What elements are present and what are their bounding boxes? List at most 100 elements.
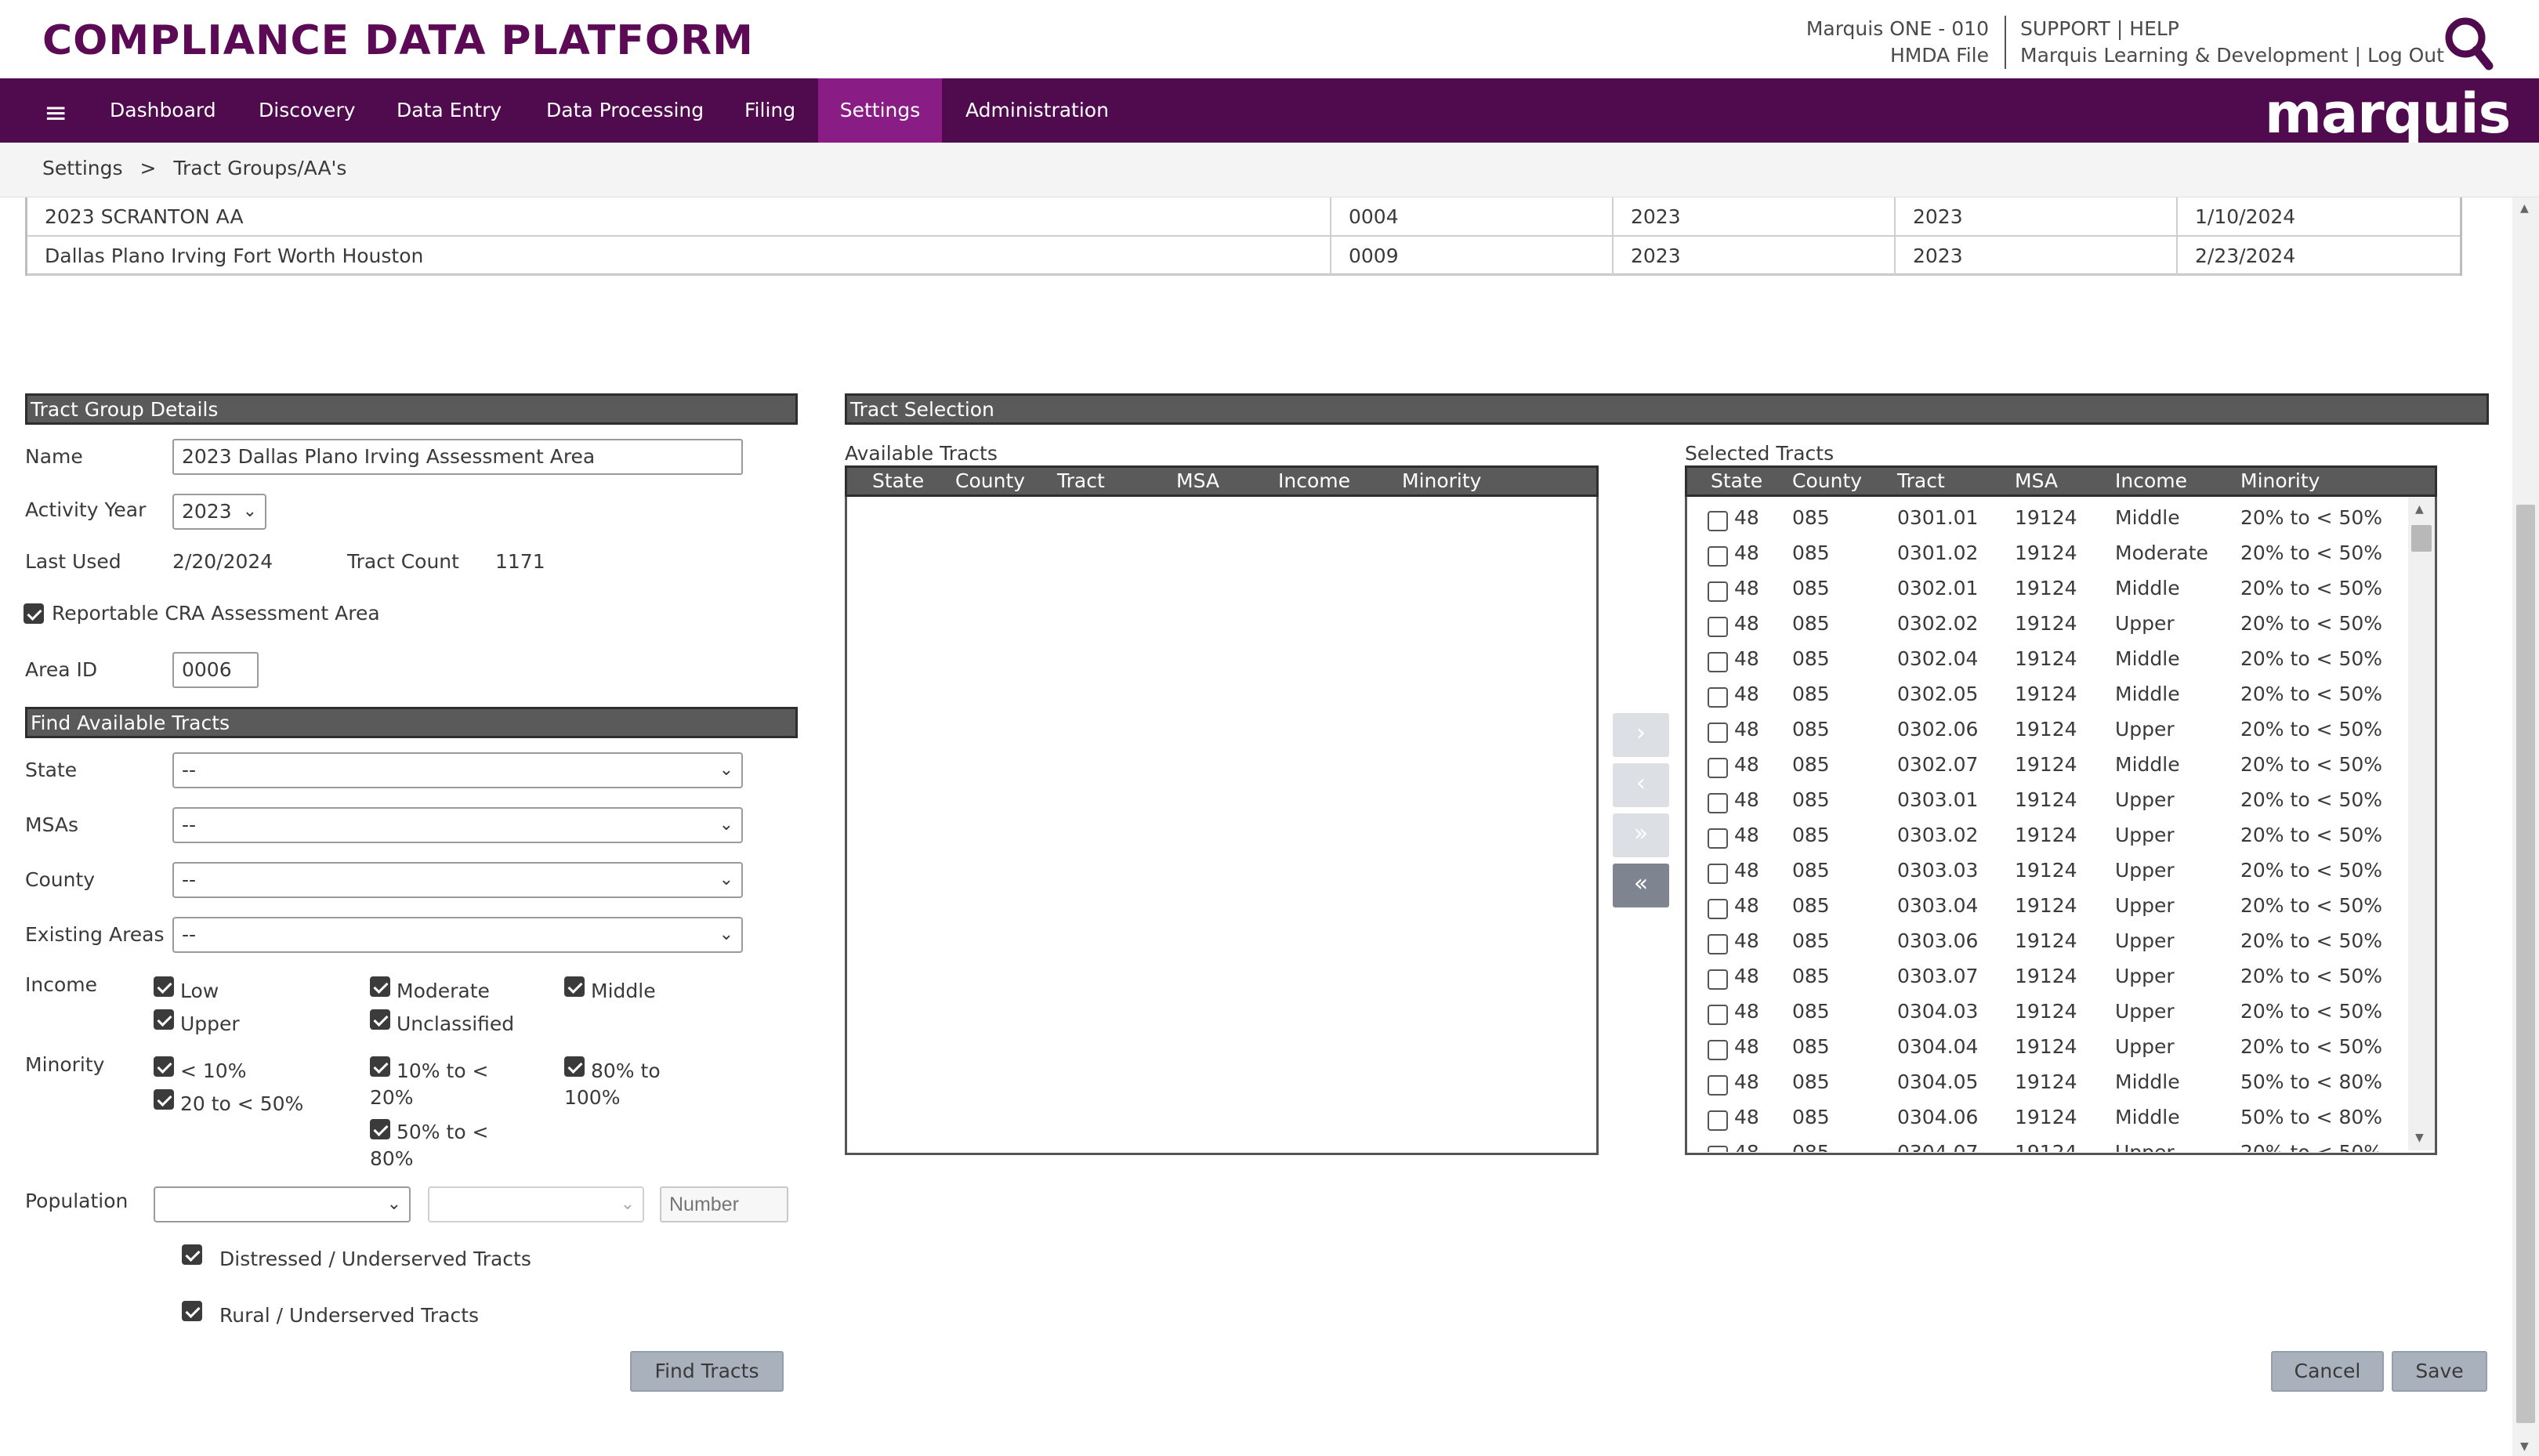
table-row[interactable]: 48 085 0304.06 19124 Middle 50% to < 80% bbox=[1687, 1101, 2408, 1136]
minority-50-80-checkbox[interactable] bbox=[370, 1119, 390, 1139]
save-button[interactable]: Save bbox=[2392, 1351, 2487, 1392]
page-scrollbar[interactable]: ▲ ▼ bbox=[2512, 197, 2539, 1456]
msas-select[interactable]: -- ⌄ bbox=[172, 807, 743, 843]
col-county: County bbox=[955, 469, 1026, 492]
minority-10-20-checkbox[interactable] bbox=[370, 1056, 390, 1077]
row-select-checkbox[interactable] bbox=[1708, 899, 1728, 919]
population-number-input[interactable] bbox=[660, 1186, 788, 1222]
distressed-checkbox[interactable] bbox=[182, 1244, 202, 1265]
move-all-left-button[interactable]: « bbox=[1613, 864, 1669, 907]
page-scroll-up-icon[interactable]: ▲ bbox=[2520, 202, 2529, 215]
move-all-right-button[interactable]: » bbox=[1613, 813, 1669, 857]
table-row[interactable]: 48 085 0302.02 19124 Upper 20% to < 50% bbox=[1687, 607, 2408, 643]
table-row[interactable]: 2023 SCRANTON AA 0004 2023 2023 1/10/202… bbox=[27, 197, 2460, 237]
row-select-checkbox[interactable] bbox=[1708, 723, 1728, 743]
nav-data-entry[interactable]: Data Entry bbox=[375, 78, 523, 143]
table-row[interactable]: 48 085 0303.01 19124 Upper 20% to < 50% bbox=[1687, 784, 2408, 819]
table-row[interactable]: 48 085 0303.03 19124 Upper 20% to < 50% bbox=[1687, 854, 2408, 889]
area-id-input[interactable]: 0006 bbox=[172, 652, 259, 688]
nav-data-processing[interactable]: Data Processing bbox=[524, 78, 726, 143]
table-row[interactable]: 48 085 0302.07 19124 Middle 20% to < 50% bbox=[1687, 748, 2408, 784]
income-moderate-checkbox[interactable] bbox=[370, 976, 390, 997]
search-icon[interactable] bbox=[2443, 16, 2494, 71]
table-row[interactable]: 48 085 0301.01 19124 Middle 20% to < 50% bbox=[1687, 502, 2408, 537]
nav-settings[interactable]: Settings bbox=[818, 78, 942, 143]
row-select-checkbox[interactable] bbox=[1708, 1040, 1728, 1060]
table-row[interactable]: 48 085 0304.05 19124 Middle 50% to < 80% bbox=[1687, 1066, 2408, 1101]
table-row[interactable]: 48 085 0303.02 19124 Upper 20% to < 50% bbox=[1687, 819, 2408, 854]
row-select-checkbox[interactable] bbox=[1708, 511, 1728, 531]
row-select-checkbox[interactable] bbox=[1708, 617, 1728, 637]
move-left-button[interactable]: ‹ bbox=[1613, 763, 1669, 807]
table-row[interactable]: 48 085 0304.07 19124 Upper 20% to < 50% bbox=[1687, 1136, 2408, 1152]
population-type-select[interactable]: ⌄ bbox=[428, 1186, 644, 1222]
scrollbar-thumb[interactable] bbox=[2411, 525, 2432, 552]
find-tracts-button[interactable]: Find Tracts bbox=[630, 1351, 784, 1392]
table-cell: 19124 bbox=[2015, 824, 2077, 846]
page-scroll-down-icon[interactable]: ▼ bbox=[2520, 1440, 2529, 1453]
state-select[interactable]: -- ⌄ bbox=[172, 752, 743, 788]
hamburger-menu-icon[interactable]: ≡ bbox=[44, 97, 67, 129]
table-cell: 20% to < 50% bbox=[2240, 894, 2383, 917]
table-row[interactable]: 48 085 0304.03 19124 Upper 20% to < 50% bbox=[1687, 995, 2408, 1030]
row-select-checkbox[interactable] bbox=[1708, 546, 1728, 567]
logout-link[interactable]: Log Out bbox=[2367, 44, 2444, 67]
help-link[interactable]: HELP bbox=[2129, 17, 2179, 40]
nav-dashboard[interactable]: Dashboard bbox=[88, 78, 238, 143]
table-row[interactable]: 48 085 0302.01 19124 Middle 20% to < 50% bbox=[1687, 572, 2408, 607]
row-select-checkbox[interactable] bbox=[1708, 828, 1728, 849]
scroll-down-icon[interactable]: ▼ bbox=[2415, 1132, 2424, 1144]
table-row[interactable]: 48 085 0303.04 19124 Upper 20% to < 50% bbox=[1687, 889, 2408, 925]
move-right-button[interactable]: › bbox=[1613, 713, 1669, 757]
nav-administration[interactable]: Administration bbox=[944, 78, 1131, 143]
scroll-up-icon[interactable]: ▲ bbox=[2415, 503, 2424, 516]
table-row[interactable]: 48 085 0303.07 19124 Upper 20% to < 50% bbox=[1687, 960, 2408, 995]
tract-selection-header: Tract Selection bbox=[845, 393, 2489, 425]
row-select-checkbox[interactable] bbox=[1708, 934, 1728, 954]
row-select-checkbox[interactable] bbox=[1708, 1005, 1728, 1025]
state-label: State bbox=[25, 759, 78, 781]
table-row[interactable]: 48 085 0302.05 19124 Middle 20% to < 50% bbox=[1687, 678, 2408, 713]
activity-year-select[interactable]: 2023 ⌄ bbox=[172, 494, 266, 530]
selected-tracts-list[interactable]: 48 085 0301.01 19124 Middle 20% to < 50% 48 085… bbox=[1685, 497, 2437, 1155]
cancel-button[interactable]: Cancel bbox=[2271, 1351, 2384, 1392]
table-cell: Middle bbox=[2115, 647, 2180, 670]
existing-areas-select[interactable]: -- ⌄ bbox=[172, 917, 743, 953]
income-upper-checkbox[interactable] bbox=[154, 1009, 174, 1030]
table-row[interactable]: Dallas Plano Irving Fort Worth Houston 0… bbox=[27, 237, 2460, 276]
row-select-checkbox[interactable] bbox=[1708, 969, 1728, 990]
row-select-checkbox[interactable] bbox=[1708, 1110, 1728, 1131]
breadcrumb-settings[interactable]: Settings bbox=[42, 157, 123, 179]
table-row[interactable]: 48 085 0302.04 19124 Middle 20% to < 50% bbox=[1687, 643, 2408, 678]
nav-discovery[interactable]: Discovery bbox=[237, 78, 378, 143]
county-select[interactable]: -- ⌄ bbox=[172, 862, 743, 898]
income-unclassified-checkbox[interactable] bbox=[370, 1009, 390, 1030]
row-select-checkbox[interactable] bbox=[1708, 864, 1728, 884]
available-tracts-list[interactable] bbox=[845, 497, 1599, 1155]
reportable-cra-checkbox[interactable] bbox=[24, 603, 44, 624]
table-row[interactable]: 48 085 0304.04 19124 Upper 20% to < 50% bbox=[1687, 1030, 2408, 1066]
row-select-checkbox[interactable] bbox=[1708, 581, 1728, 602]
minority-20-50-checkbox[interactable] bbox=[154, 1089, 174, 1110]
nav-filing[interactable]: Filing bbox=[723, 78, 817, 143]
row-select-checkbox[interactable] bbox=[1708, 758, 1728, 778]
name-input[interactable]: 2023 Dallas Plano Irving Assessment Area bbox=[172, 439, 743, 475]
support-link[interactable]: SUPPORT bbox=[2020, 17, 2110, 40]
page-scrollbar-thumb[interactable] bbox=[2516, 505, 2535, 1423]
row-select-checkbox[interactable] bbox=[1708, 687, 1728, 708]
row-select-checkbox[interactable] bbox=[1708, 1075, 1728, 1096]
row-select-checkbox[interactable] bbox=[1708, 652, 1728, 672]
rural-checkbox[interactable] bbox=[182, 1301, 202, 1321]
minority-lt10-checkbox[interactable] bbox=[154, 1056, 174, 1077]
row-select-checkbox[interactable] bbox=[1708, 1146, 1728, 1152]
table-row[interactable]: 48 085 0301.02 19124 Moderate 20% to < 50% bbox=[1687, 537, 2408, 572]
income-low-checkbox[interactable] bbox=[154, 976, 174, 997]
population-operator-select[interactable]: ⌄ bbox=[154, 1186, 411, 1222]
income-middle-checkbox[interactable] bbox=[564, 976, 585, 997]
row-select-checkbox[interactable] bbox=[1708, 793, 1728, 813]
minority-label: Minority bbox=[25, 1053, 105, 1076]
table-row[interactable]: 48 085 0302.06 19124 Upper 20% to < 50% bbox=[1687, 713, 2408, 748]
minority-80-100-checkbox[interactable] bbox=[564, 1056, 585, 1077]
selected-tracts-scrollbar[interactable]: ▲ ▼ bbox=[2408, 497, 2435, 1150]
table-row[interactable]: 48 085 0303.06 19124 Upper 20% to < 50% bbox=[1687, 925, 2408, 960]
